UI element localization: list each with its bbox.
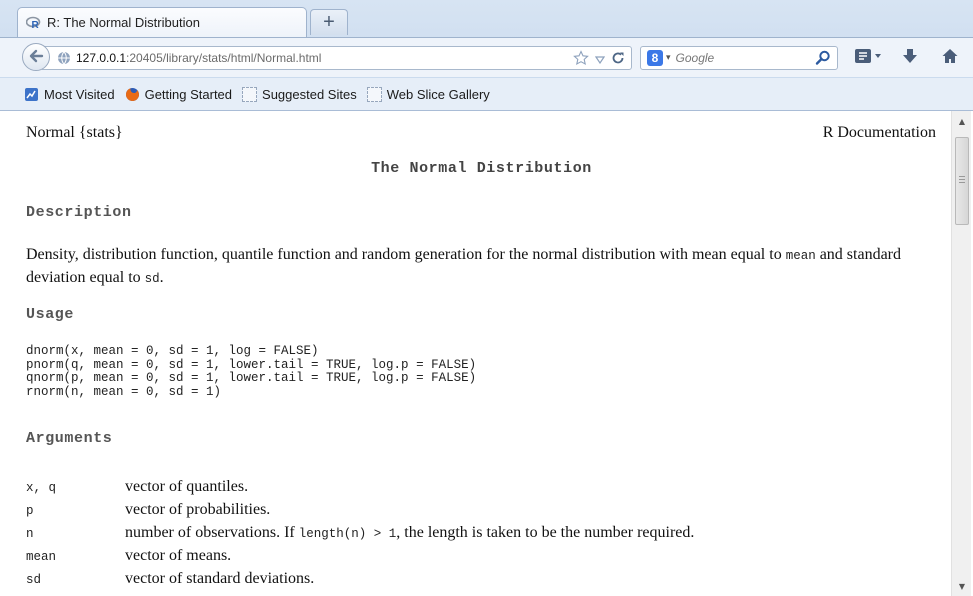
usage-line: rnorm(n, mean = 0, sd = 1): [26, 384, 222, 399]
new-tab-button[interactable]: +: [310, 9, 348, 35]
argument-name: mean: [26, 550, 57, 564]
search-bar[interactable]: 8 ▾ Google: [640, 46, 838, 70]
nav-bar: 127.0.0.1:20405/library/stats/html/Norma…: [0, 37, 973, 77]
tab-strip: R R: The Normal Distribution +: [0, 0, 973, 42]
plus-icon: +: [323, 11, 335, 33]
bookmarks-menu-icon: [853, 47, 883, 69]
reload-icon[interactable]: [611, 51, 625, 69]
scroll-up-arrow-icon[interactable]: ▲: [952, 113, 972, 129]
code-sd: sd: [144, 272, 160, 286]
home-button[interactable]: [936, 47, 964, 69]
home-icon: [941, 47, 959, 69]
grip-icon: [959, 176, 965, 183]
back-button[interactable]: [22, 43, 50, 71]
back-arrow-icon: [28, 48, 44, 67]
arguments-heading: Arguments: [26, 430, 113, 447]
argument-desc: number of observations. If length(n) > 1…: [125, 524, 695, 541]
argument-name: sd: [26, 573, 42, 587]
argument-desc: vector of quantiles.: [125, 478, 249, 495]
argument-desc: vector of probabilities.: [125, 501, 271, 518]
page-icon: [366, 86, 382, 102]
argument-row: n number of observations. If length(n) >…: [26, 524, 941, 547]
topic-label: Normal {stats}: [26, 124, 123, 141]
url-host: 127.0.0.1: [76, 51, 127, 65]
argument-row: mean vector of means.: [26, 547, 941, 570]
history-dropdown-icon[interactable]: [594, 52, 606, 68]
bookmarks-toolbar: Most Visited Getting Started Suggested S…: [0, 78, 973, 110]
argument-row: sd vector of standard deviations.: [26, 570, 941, 593]
bookmark-web-slice-gallery[interactable]: Web Slice Gallery: [366, 86, 490, 102]
r-logo-icon: R: [26, 15, 42, 31]
download-arrow-icon: [902, 47, 918, 69]
description-text: Density, distribution function, quantile…: [26, 246, 902, 286]
bookmark-suggested-sites[interactable]: Suggested Sites: [242, 86, 357, 102]
argument-name: p: [26, 504, 34, 518]
page-icon: [242, 86, 258, 102]
argument-name: n: [26, 527, 34, 541]
description-heading: Description: [26, 204, 132, 221]
tab-title: R: The Normal Distribution: [47, 15, 200, 30]
browser-chrome: R R: The Normal Distribution + 127.0.0.1…: [0, 0, 973, 111]
argument-row: p vector of probabilities.: [26, 501, 941, 524]
search-input[interactable]: Google: [676, 51, 715, 65]
engine-dropdown-icon[interactable]: ▾: [666, 53, 671, 63]
usage-line: qnorm(p, mean = 0, sd = 1, lower.tail = …: [26, 371, 477, 385]
scrollbar-thumb[interactable]: [955, 137, 969, 225]
vertical-scrollbar[interactable]: ▲ ▼: [951, 111, 971, 596]
usage-line: pnorm(q, mean = 0, sd = 1, lower.tail = …: [26, 357, 477, 372]
usage-code: dnorm(x, mean = 0, sd = 1, log = FALSE) p…: [26, 344, 477, 399]
argument-desc: vector of standard deviations.: [125, 570, 315, 587]
google-icon: 8: [647, 50, 663, 66]
usage-line: dnorm(x, mean = 0, sd = 1, log = FALSE): [26, 344, 319, 358]
firefox-icon: [125, 87, 140, 102]
page-content: Normal {stats} R Documentation The Norma…: [14, 112, 949, 596]
url-bar[interactable]: 127.0.0.1:20405/library/stats/html/Norma…: [42, 46, 632, 70]
doc-header: Normal {stats} R Documentation: [26, 124, 936, 142]
argument-desc: vector of means.: [125, 547, 232, 564]
bookmarks-menu-button[interactable]: [850, 47, 886, 69]
url-path: :20405/library/stats/html/Normal.html: [126, 51, 322, 65]
scroll-down-arrow-icon[interactable]: ▼: [952, 578, 972, 594]
bookmark-most-visited[interactable]: Most Visited: [24, 87, 115, 102]
downloads-button[interactable]: [896, 47, 924, 69]
tab-r-normal[interactable]: R R: The Normal Distribution: [17, 7, 307, 37]
page-title: The Normal Distribution: [371, 160, 592, 177]
search-magnifier-icon[interactable]: [815, 50, 831, 70]
argument-name: x, q: [26, 481, 57, 495]
svg-text:R: R: [32, 20, 40, 30]
most-visited-icon: [24, 87, 39, 102]
code-mean: mean: [785, 249, 816, 263]
bookmark-star-icon[interactable]: [573, 50, 589, 70]
source-label: R Documentation: [822, 124, 936, 141]
code-length-n: length(n) > 1: [298, 527, 397, 541]
usage-heading: Usage: [26, 306, 75, 323]
argument-row: x, q vector of quantiles.: [26, 478, 941, 501]
globe-icon: [57, 51, 71, 65]
bookmark-getting-started[interactable]: Getting Started: [125, 87, 232, 102]
